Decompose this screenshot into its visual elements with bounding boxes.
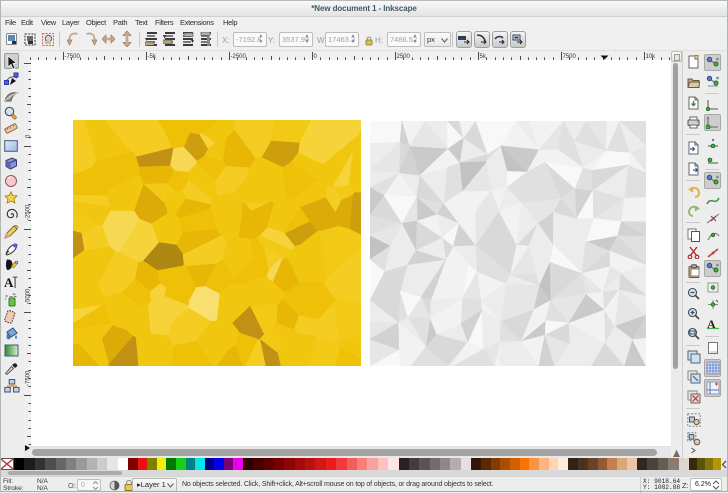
svg-text:-7500: -7500 [65, 54, 81, 60]
svg-text:-5000: -5000 [26, 288, 32, 304]
svg-text:-5k: -5k [148, 54, 157, 60]
svg-text:7500: 7500 [563, 54, 577, 60]
svg-text:0: 0 [26, 134, 32, 138]
svg-text:5k: 5k [480, 54, 487, 60]
svg-text:2500: 2500 [397, 54, 411, 60]
svg-text:10k: 10k [646, 54, 657, 60]
svg-text:-7500: -7500 [26, 370, 32, 386]
svg-text:-2500: -2500 [26, 204, 32, 220]
svg-text:A: A [4, 276, 14, 289]
svg-text:-2500: -2500 [231, 54, 247, 60]
svg-text:0: 0 [314, 54, 318, 60]
